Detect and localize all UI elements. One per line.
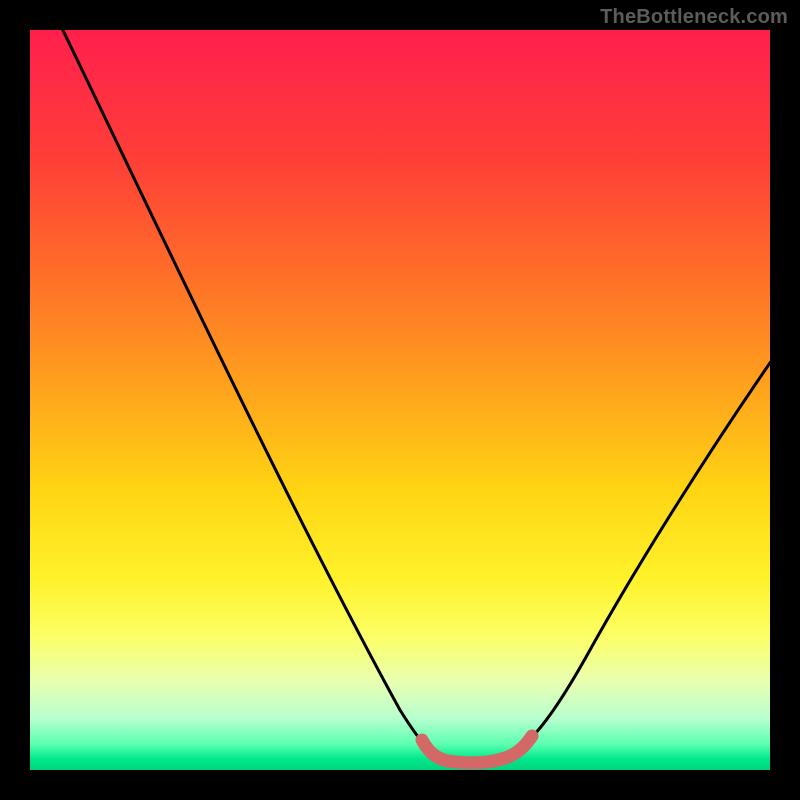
watermark-text: TheBottleneck.com bbox=[600, 6, 788, 29]
bottleneck-curve bbox=[30, 30, 770, 770]
plot-area bbox=[30, 30, 770, 770]
curve-line bbox=[58, 30, 770, 761]
chart-stage: TheBottleneck.com bbox=[0, 0, 800, 800]
valley-highlight bbox=[422, 736, 532, 763]
